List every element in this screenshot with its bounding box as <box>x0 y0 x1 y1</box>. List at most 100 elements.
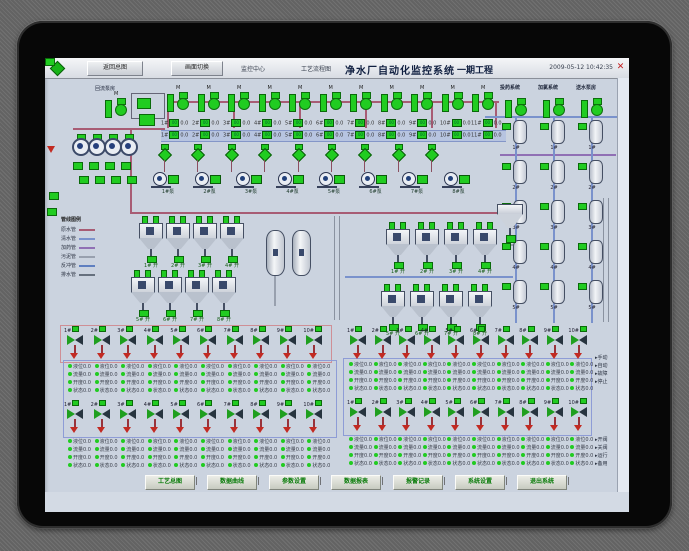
filter-valve[interactable]: 4# <box>144 326 168 362</box>
filter-valve[interactable]: 4# <box>144 400 168 436</box>
filter-valve[interactable]: 10# <box>303 326 327 362</box>
pump-icon[interactable] <box>45 58 55 66</box>
filter-valve[interactable]: 2# <box>91 400 115 436</box>
transfer-pump[interactable]: 2#泵 <box>191 170 229 196</box>
filter-valve[interactable]: 9# <box>544 398 568 434</box>
diamond-valve[interactable] <box>324 144 340 172</box>
diamond-valve[interactable] <box>357 144 373 172</box>
valve-icon[interactable] <box>47 208 57 216</box>
nav-button[interactable]: 报警记录 <box>393 475 443 490</box>
filter-valve[interactable]: 8# <box>519 398 543 434</box>
diamond-valve[interactable] <box>291 144 306 172</box>
valve-icon[interactable] <box>127 176 137 184</box>
chemical-tank-unit[interactable]: 3# <box>539 200 569 238</box>
chemical-tank-unit[interactable]: 5# <box>577 280 607 318</box>
valve-icon[interactable] <box>49 192 59 200</box>
nav-button[interactable]: 数据曲线 <box>207 475 257 490</box>
chemical-tank-unit[interactable]: 5# <box>539 280 569 318</box>
dosing-hopper[interactable]: 5# 开 <box>130 270 156 324</box>
pressure-vessel[interactable] <box>266 230 285 276</box>
transfer-pump[interactable]: 8#泵 <box>440 170 478 196</box>
filter-valve[interactable]: 1# <box>347 326 371 362</box>
transfer-pump[interactable]: 5#泵 <box>315 170 353 196</box>
filter-valve[interactable]: 3# <box>117 400 141 436</box>
dosing-hopper[interactable]: 2# 开 <box>165 216 191 270</box>
back-button[interactable]: 返回总图 <box>87 61 143 76</box>
chemical-tank-unit[interactable]: 5# <box>501 280 531 318</box>
cyclone-funnel[interactable] <box>497 204 523 248</box>
chemical-tank-unit[interactable]: 1# <box>501 120 531 158</box>
filter-valve[interactable]: 1# <box>64 326 88 362</box>
filter-valve[interactable]: 1# <box>64 400 88 436</box>
nav-button[interactable]: 参数设置 <box>269 475 319 490</box>
filter-valve[interactable]: 3# <box>117 326 141 362</box>
dosing-pump-unit[interactable]: M <box>409 86 435 118</box>
transfer-pump[interactable]: 7#泵 <box>398 170 436 196</box>
filter-valve[interactable]: 8# <box>519 326 543 362</box>
dosing-pump-unit[interactable]: M <box>348 86 374 118</box>
filter-valve[interactable]: 2# <box>91 326 115 362</box>
dosing-pump-unit[interactable]: M <box>287 86 313 118</box>
valve-icon[interactable] <box>105 162 115 170</box>
diamond-valve[interactable] <box>190 144 206 172</box>
filter-valve[interactable]: 4# <box>421 326 445 362</box>
dosing-hopper[interactable]: 4# 开 <box>472 222 498 276</box>
filter-valve[interactable]: 9# <box>544 326 568 362</box>
dosing-pump-unit[interactable]: M <box>379 86 405 118</box>
filter-valve[interactable]: 7# <box>224 400 248 436</box>
nav-button[interactable]: 退出系统 <box>517 475 567 490</box>
chemical-tank-unit[interactable]: 3# <box>577 200 607 238</box>
chemical-tank-unit[interactable]: 2# <box>501 160 531 198</box>
filter-valve[interactable]: 4# <box>421 398 445 434</box>
dosing-hopper[interactable]: 7# 开 <box>184 270 210 324</box>
valve-icon[interactable] <box>121 162 131 170</box>
dosing-pump-unit[interactable]: M <box>440 86 466 118</box>
dosing-pump-unit[interactable]: M <box>165 86 191 118</box>
dosing-hopper[interactable]: 8# 开 <box>211 270 237 324</box>
valve-icon[interactable] <box>95 176 105 184</box>
dosing-hopper[interactable]: 1# 开 <box>385 222 411 276</box>
filter-valve[interactable]: 6# <box>197 400 221 436</box>
dosing-hopper[interactable]: 1# 开 <box>138 216 164 270</box>
filter-valve[interactable]: 8# <box>250 400 274 436</box>
dosing-pump-unit[interactable]: M <box>470 86 496 118</box>
valve-icon[interactable] <box>79 176 89 184</box>
nav-button[interactable]: 工艺总图 <box>145 475 195 490</box>
filter-valve[interactable]: 8# <box>250 326 274 362</box>
dosing-hopper[interactable]: 3# 开 <box>192 216 218 270</box>
filter-valve[interactable]: 2# <box>372 326 396 362</box>
filter-valve[interactable]: 7# <box>495 398 519 434</box>
screen-switch-button[interactable]: 画面切换 <box>171 61 223 76</box>
transfer-pump[interactable]: 4#泵 <box>274 170 312 196</box>
intake-pump[interactable] <box>119 134 139 158</box>
filter-valve[interactable]: 5# <box>445 326 469 362</box>
diamond-valve[interactable] <box>157 144 173 172</box>
filter-valve[interactable]: 7# <box>224 326 248 362</box>
dosing-hopper[interactable]: 6# 开 <box>157 270 183 324</box>
nav-button[interactable]: 数据报表 <box>331 475 381 490</box>
nav-button[interactable]: 系统设置 <box>455 475 505 490</box>
dosing-hopper[interactable]: 3# 开 <box>443 222 469 276</box>
pressure-vessel[interactable] <box>292 230 311 276</box>
diamond-valve[interactable] <box>424 144 440 172</box>
filter-valve[interactable]: 2# <box>372 398 396 434</box>
diamond-valve[interactable] <box>257 144 273 172</box>
transfer-pump[interactable]: 1#泵 <box>149 170 187 196</box>
filter-valve[interactable]: 10# <box>568 398 592 434</box>
chemical-tank-unit[interactable]: 1# <box>577 120 607 158</box>
filter-valve[interactable]: 6# <box>470 398 494 434</box>
filter-valve[interactable]: 7# <box>495 326 519 362</box>
dosing-hopper[interactable]: 4# 开 <box>219 216 245 270</box>
filter-valve[interactable]: 5# <box>170 326 194 362</box>
filter-valve[interactable]: 3# <box>396 398 420 434</box>
valve-icon[interactable] <box>89 162 99 170</box>
filter-valve[interactable]: 10# <box>568 326 592 362</box>
filter-valve[interactable]: 10# <box>303 400 327 436</box>
chemical-tank-unit[interactable]: 4# <box>577 240 607 278</box>
filter-valve[interactable]: 6# <box>470 326 494 362</box>
filter-valve[interactable]: 1# <box>347 398 371 434</box>
chemical-tank-unit[interactable]: 1# <box>539 120 569 158</box>
chemical-tank-unit[interactable]: 4# <box>539 240 569 278</box>
diamond-valve[interactable] <box>224 144 239 172</box>
dosing-pump-unit[interactable]: M <box>226 86 252 118</box>
